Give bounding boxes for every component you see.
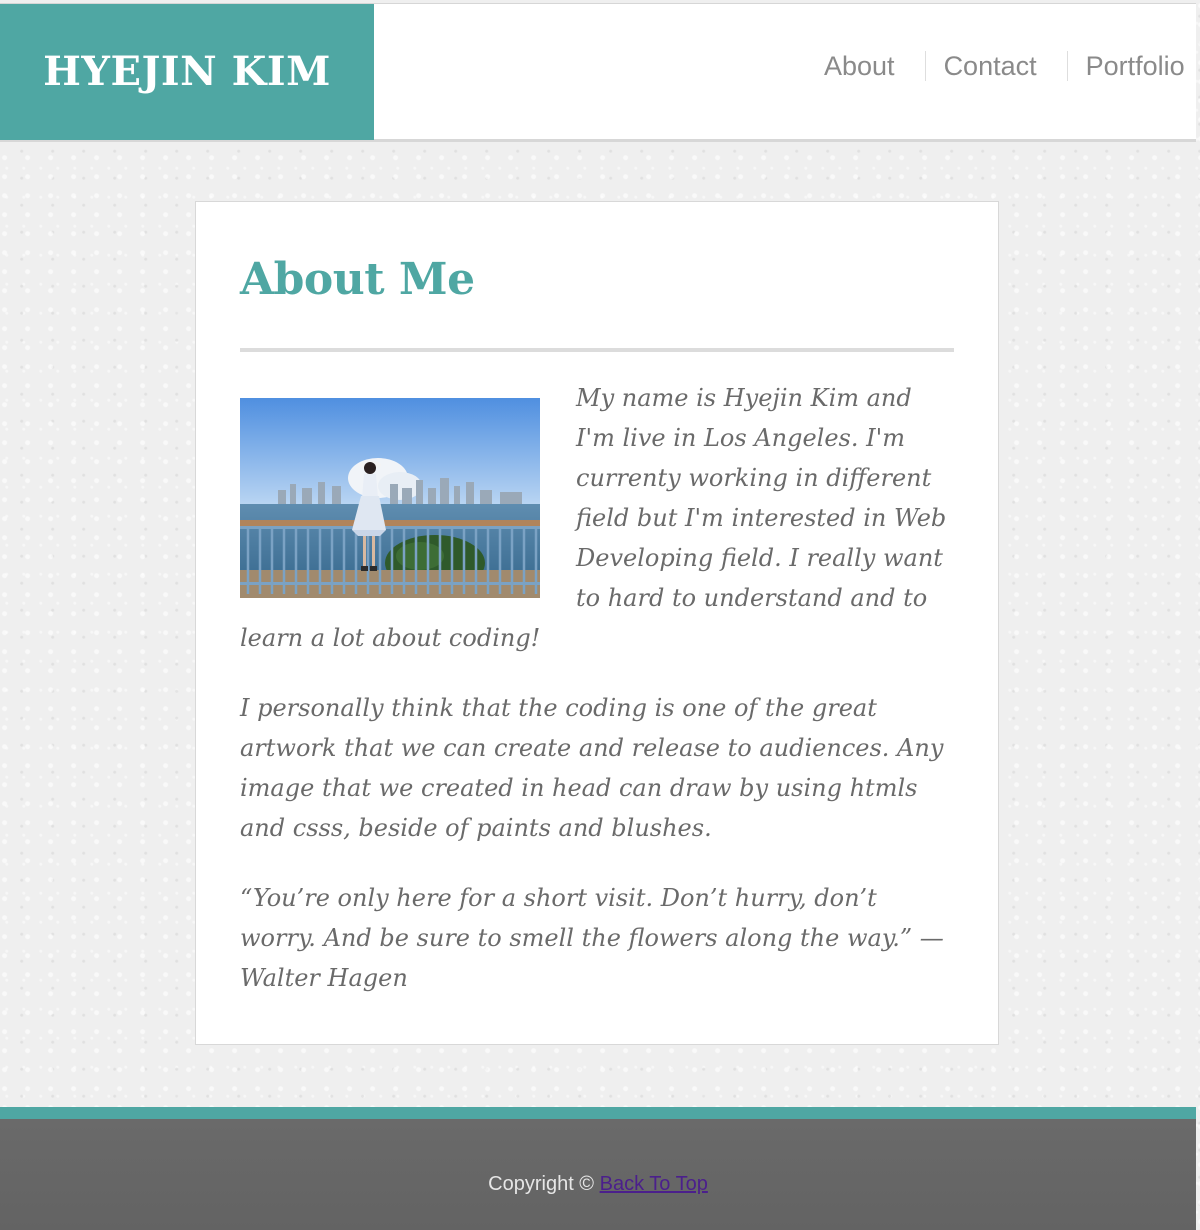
copyright-text: Copyright © xyxy=(488,1173,595,1195)
title-divider xyxy=(240,348,954,352)
main-nav: About Contact Portfolio xyxy=(806,44,1200,88)
site-footer: Copyright © Back To Top xyxy=(0,1107,1196,1230)
about-content: My name is Hyejin Kim and I'm live in Lo… xyxy=(240,378,956,1028)
back-to-top-link[interactable]: Back To Top xyxy=(600,1173,708,1195)
nav-item-contact[interactable]: Contact xyxy=(924,51,1067,81)
nav-item-portfolio[interactable]: Portfolio xyxy=(1066,51,1200,81)
page-title: About Me xyxy=(240,254,475,305)
site-logo[interactable]: HYEJIN KIM xyxy=(0,4,374,140)
nav-item-about[interactable]: About xyxy=(806,51,925,81)
footer-copyright: Copyright © Back To Top xyxy=(0,1173,1196,1196)
about-paragraph-coding: I personally think that the coding is on… xyxy=(240,694,944,842)
site-header: HYEJIN KIM About Contact Portfolio xyxy=(0,3,1196,142)
profile-photo xyxy=(240,398,540,598)
about-card: About Me My name is Hyejin Kim and I'm l… xyxy=(195,201,999,1045)
about-quote: “You’re only here for a short visit. Don… xyxy=(240,884,944,992)
